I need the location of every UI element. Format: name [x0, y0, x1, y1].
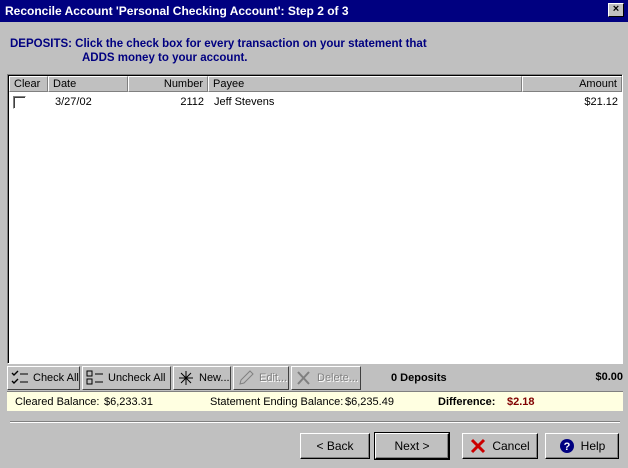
instruction-line-2: ADDS money to your account. [82, 52, 248, 64]
cleared-balance-value: $6,233.31 [104, 396, 153, 408]
row-payee: Jeff Stevens [214, 96, 275, 108]
title-bar: Reconcile Account 'Personal Checking Acc… [0, 0, 628, 22]
svg-text:?: ? [563, 441, 570, 453]
pencil-icon [239, 370, 254, 385]
statement-balance-value: $6,235.49 [345, 396, 394, 408]
new-label: New... [199, 372, 230, 384]
help-label: Help [580, 439, 606, 453]
back-label: < Back [316, 439, 354, 453]
delete-x-icon [297, 371, 310, 385]
row-date: 3/27/02 [55, 96, 92, 108]
column-header-number[interactable]: Number [128, 76, 208, 92]
help-button[interactable]: ? Help [545, 433, 619, 459]
statement-balance-label: Statement Ending Balance: [210, 396, 344, 408]
delete-label: Delete... [317, 372, 358, 384]
next-label: Next > [394, 439, 430, 453]
cancel-label: Cancel [492, 439, 530, 453]
cleared-balance-label: Cleared Balance: [15, 396, 100, 408]
table-row[interactable]: 3/27/02 2112 Jeff Stevens $21.12 [9, 95, 621, 113]
cancel-button[interactable]: Cancel [462, 433, 538, 459]
column-header-payee[interactable]: Payee [208, 76, 522, 92]
new-button[interactable]: New... [173, 366, 231, 390]
difference-value: $2.18 [507, 396, 535, 408]
divider [10, 421, 620, 423]
edit-label: Edit... [259, 372, 288, 384]
column-header-amount[interactable]: Amount [522, 76, 622, 92]
edit-button[interactable]: Edit... [233, 366, 289, 390]
instructions: DEPOSITS: Click the check box for every … [10, 37, 427, 65]
close-button[interactable]: × [608, 3, 624, 17]
close-icon: × [612, 3, 620, 15]
sparkle-new-icon [179, 371, 193, 385]
instruction-line-1: DEPOSITS: Click the check box for every … [10, 38, 427, 50]
delete-button[interactable]: Delete... [291, 366, 361, 390]
clear-checkbox[interactable] [13, 96, 26, 109]
uncheck-all-label: Uncheck All [108, 372, 166, 384]
help-question-icon: ? [559, 438, 575, 454]
check-all-button[interactable]: Check All [7, 366, 80, 390]
transaction-list[interactable]: Clear Date Number Payee Amount 3/27/02 2… [7, 74, 623, 364]
next-button[interactable]: Next > [374, 432, 450, 460]
row-number: 2112 [180, 96, 204, 108]
difference-label: Difference: [438, 396, 496, 408]
uncheck-all-button[interactable]: Uncheck All [82, 366, 171, 390]
back-button[interactable]: < Back [300, 433, 370, 459]
cancel-x-icon [470, 438, 486, 454]
row-amount: $21.12 [584, 96, 618, 108]
list-toolbar: Check All Uncheck All New... Edit... Del… [7, 366, 623, 390]
uncheck-all-icon [86, 370, 103, 385]
check-all-label: Check All [33, 372, 79, 384]
deposits-total: $0.00 [595, 371, 623, 383]
window-title: Reconcile Account 'Personal Checking Acc… [5, 4, 349, 18]
column-header-date[interactable]: Date [48, 76, 128, 92]
check-all-icon [11, 370, 28, 384]
deposits-count: 0 Deposits [391, 372, 447, 384]
balance-bar: Cleared Balance: $6,233.31 Statement End… [7, 391, 623, 411]
column-header-clear[interactable]: Clear [9, 76, 48, 92]
